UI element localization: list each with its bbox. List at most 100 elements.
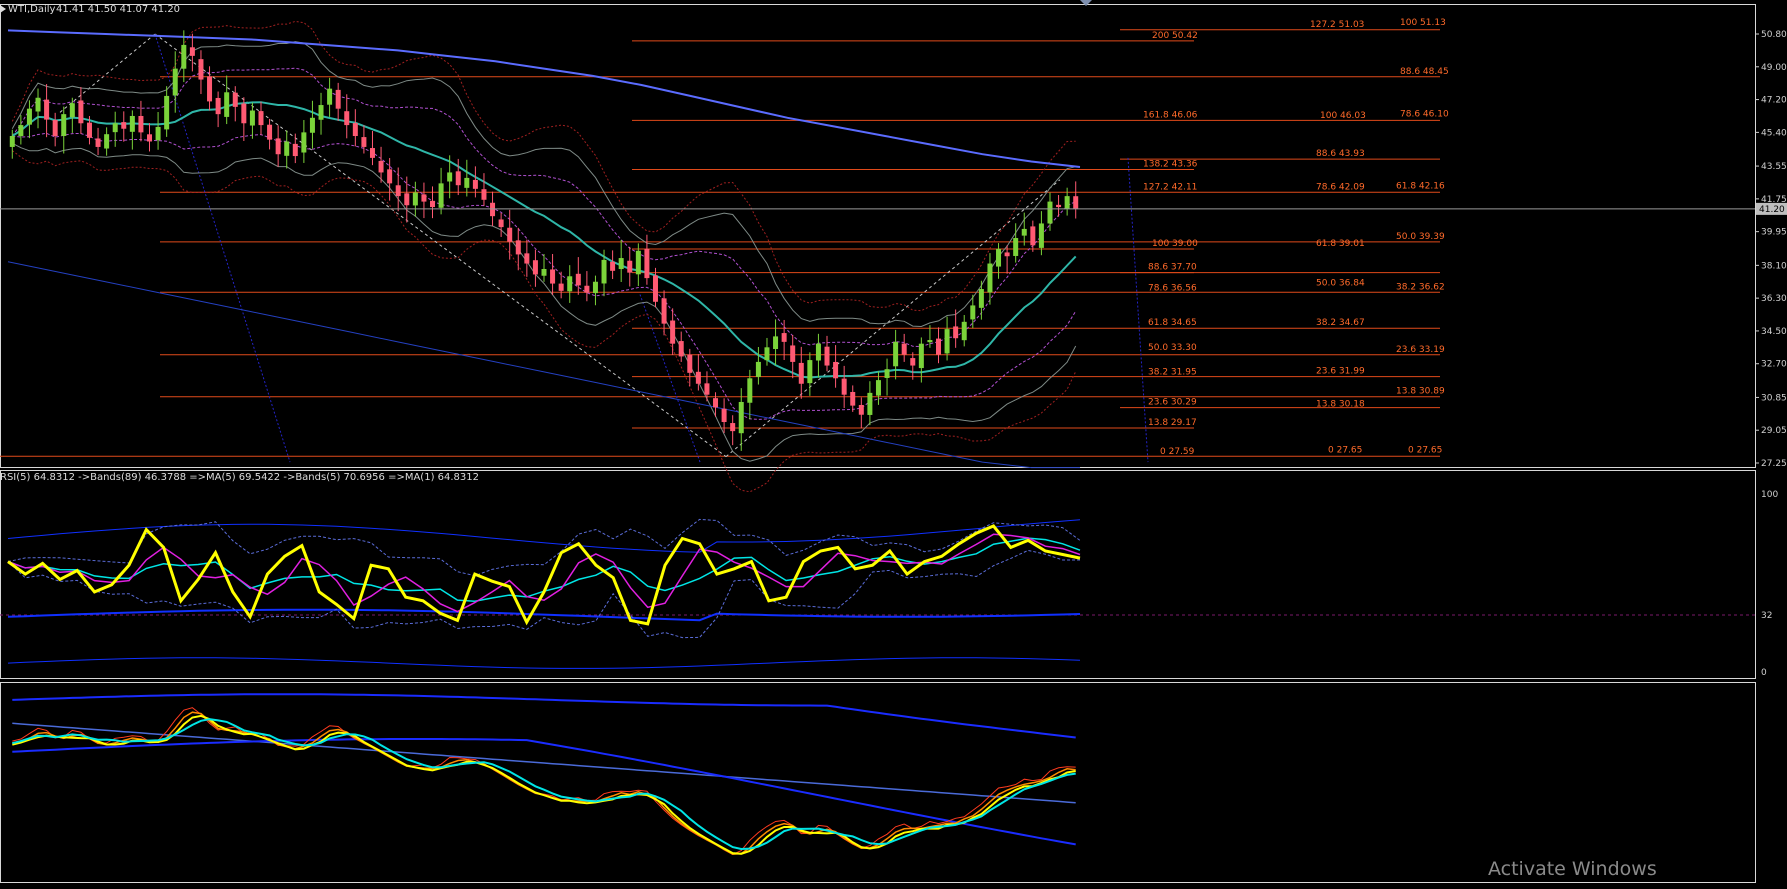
fib-label: 88.6 43.93 [1316, 149, 1365, 159]
candle-body [258, 111, 264, 126]
candle-body [978, 289, 984, 308]
ohlc-readout: 41.41 41.50 41.07 41.20 [56, 4, 180, 15]
candle-body [1013, 238, 1019, 256]
candle-body [592, 281, 598, 294]
candle-body [875, 380, 881, 396]
price-axis-label: 50.80 [1761, 30, 1787, 40]
candle-body [833, 361, 839, 379]
candle-body [95, 138, 101, 147]
candle-body [404, 193, 410, 206]
fib-label: 23.6 31.99 [1316, 367, 1365, 377]
price-series [0, 20, 1755, 493]
candle-body [490, 202, 496, 217]
candle-body [841, 378, 847, 395]
candle-body [26, 108, 32, 125]
candle-body [867, 392, 873, 415]
candle-body [893, 341, 899, 367]
candle-body [189, 47, 195, 56]
candle-body [284, 141, 290, 156]
candle-body [395, 185, 401, 197]
candle-body [507, 227, 513, 242]
candle-body [953, 326, 959, 339]
candle-body [215, 97, 221, 115]
fibonacci-levels [0, 29, 1440, 457]
fib-label: 88.6 48.45 [1400, 67, 1449, 77]
price-axis-label: 27.25 [1761, 459, 1787, 469]
fib-label: 78.6 42.09 [1316, 183, 1365, 193]
fib-label: 100 46.03 [1320, 111, 1366, 121]
candle-body [747, 378, 753, 403]
candle-body [815, 343, 821, 361]
candle-body [9, 136, 15, 147]
candle-body [224, 92, 230, 117]
candle-body [52, 120, 58, 137]
price-axis-label: 49.00 [1761, 63, 1787, 73]
rsi-ma-magenta [7, 533, 1081, 613]
candle-body [327, 88, 333, 105]
candle-body [44, 99, 50, 120]
candle-body [661, 298, 667, 324]
candle-body [455, 171, 461, 186]
candle-body [1056, 204, 1062, 208]
candle-body [695, 371, 701, 384]
candle-body [532, 260, 538, 275]
trendline-dashed [59, 33, 156, 113]
rsi-axis-label: 100 [1761, 490, 1778, 500]
trading-chart[interactable]: 127.2 51.03 100 51.13 200 50.42 88.6 48.45 1… [0, 0, 1787, 885]
candle-body [138, 115, 144, 133]
candle-body [807, 360, 813, 384]
candle-body [241, 103, 247, 124]
candle-body [472, 179, 478, 189]
candle-body [918, 343, 924, 369]
fib-label: 61.8 34.65 [1148, 318, 1197, 328]
candle-body [790, 345, 796, 362]
candle-body [86, 122, 92, 138]
candle-body [927, 340, 933, 343]
candle-body [155, 126, 161, 141]
candle-body [438, 183, 444, 208]
candle-body [773, 336, 779, 350]
candle-body [181, 44, 187, 69]
candle-body [1004, 252, 1010, 257]
candle-body [601, 259, 607, 284]
trendline-dashed [154, 33, 727, 458]
candle-body [378, 160, 384, 173]
fib-label: 100 39.00 [1152, 239, 1198, 249]
candle-body [550, 269, 556, 284]
candle-body [618, 258, 624, 270]
fib-label: 23.6 30.29 [1148, 398, 1197, 408]
candle-body [558, 283, 564, 291]
rsi-line [7, 524, 1081, 626]
candle-body [987, 263, 993, 293]
candle-body [421, 194, 427, 202]
candle-body [198, 59, 204, 80]
price-axis-label: 36.30 [1761, 294, 1787, 304]
candle-body [884, 369, 890, 378]
candle-body [515, 240, 521, 255]
candle-body [369, 148, 375, 158]
candle-body [61, 114, 67, 136]
candle-body [670, 320, 676, 344]
fib-label: 38.2 34.67 [1316, 318, 1365, 328]
candle-body [567, 276, 573, 292]
candle-body [901, 343, 907, 355]
activate-windows-watermark: Activate Windows [1488, 858, 1657, 880]
candle-body [267, 124, 273, 140]
candle-body [275, 138, 281, 155]
candle-body [464, 177, 470, 188]
price-axis-label: 47.20 [1761, 96, 1787, 106]
candle-body [721, 408, 727, 423]
candle-body [541, 268, 547, 276]
rsi-band-upper [7, 519, 1081, 553]
candle-body [430, 200, 436, 208]
candle-body [996, 248, 1002, 267]
candle-body [704, 383, 710, 395]
candle-body [575, 273, 581, 286]
fib-label: 0 27.59 [1160, 447, 1195, 457]
candle-body [644, 248, 650, 279]
candle-body [850, 391, 856, 406]
chart-canvas[interactable]: 127.2 51.03 100 51.13 200 50.42 88.6 48.45 1… [0, 0, 1787, 885]
candle-body [387, 169, 393, 184]
fan-line [1127, 157, 1149, 463]
candle-body [1064, 196, 1070, 209]
